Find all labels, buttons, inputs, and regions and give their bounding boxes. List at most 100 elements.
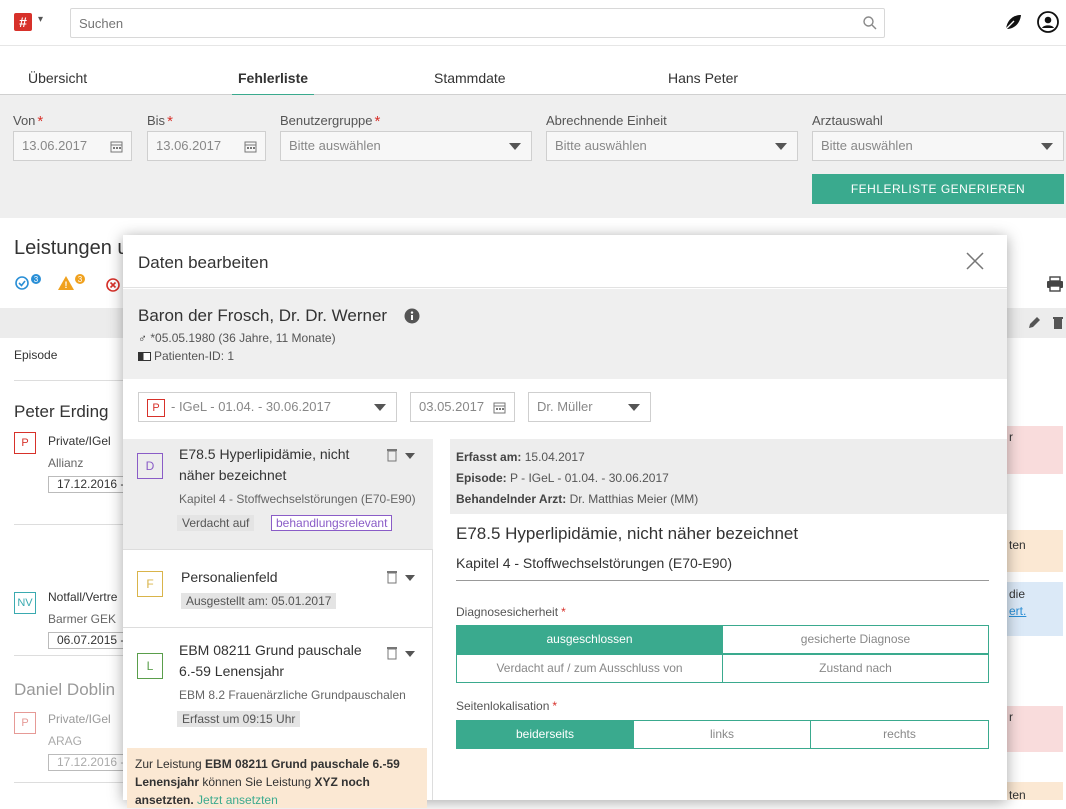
bis-date-field[interactable]: 13.06.2017 <box>147 131 266 161</box>
svg-text:!: ! <box>65 280 68 290</box>
id-card-icon <box>138 352 151 361</box>
caret-down-icon <box>628 404 640 411</box>
print-icon[interactable] <box>1046 276 1064 292</box>
modal-title: Daten bearbeiten <box>138 253 269 272</box>
error-notice: r <box>1005 426 1063 474</box>
leaf-icon[interactable] <box>1003 12 1023 32</box>
bis-label: Bis * <box>147 113 173 130</box>
trash-icon <box>387 571 397 584</box>
item-title: EBM 08211 Grund pauschale 6.-59 Lenensja… <box>179 642 362 679</box>
list-item[interactable]: L EBM 08211 Grund pauschale 6.-59 Lenens… <box>123 639 433 743</box>
app-logo[interactable]: # <box>14 13 32 31</box>
tab-uebersicht[interactable]: Übersicht <box>28 70 87 94</box>
episode-badge: P <box>14 712 36 734</box>
episode-type: Notfall/Vertre <box>48 590 118 604</box>
side-option-links[interactable]: links <box>633 720 811 749</box>
behandlungsrelevant-tag: behandlungsrelevant <box>271 515 393 531</box>
check-circle-icon: 3 <box>15 274 41 290</box>
diagnosesicherheit-label: Diagnosesicherheit * <box>456 605 566 619</box>
edit-data-modal: Daten bearbeiten Baron der Frosch, Dr. D… <box>123 235 1007 808</box>
episode-type: Private/IGel <box>48 434 111 448</box>
item-actions[interactable] <box>385 447 421 463</box>
error-icon <box>106 278 120 292</box>
verdacht-tag: Verdacht auf <box>177 515 255 531</box>
benutzergruppe-select[interactable]: Bitte auswählen <box>280 131 532 161</box>
arztauswahl-select[interactable]: Bitte auswählen <box>812 131 1064 161</box>
divider <box>14 524 124 525</box>
patient-header: Baron der Frosch, Dr. Dr. Werner ♂ *05.0… <box>123 289 1007 379</box>
calendar-icon[interactable] <box>493 401 506 414</box>
divider <box>14 782 124 783</box>
suggestion-notice: Zur Leistung EBM 08211 Grund pauschale 6… <box>127 748 427 808</box>
generate-fehlerliste-button[interactable]: FEHLERLISTE GENERIEREN <box>812 174 1064 204</box>
patient-name: Baron der Frosch, Dr. Dr. Werner <box>138 306 388 325</box>
detail-panel: Erfasst am: 15.04.2017 Episode: P - IGeL… <box>450 439 1007 800</box>
diag-option-zustand-nach[interactable]: Zustand nach <box>722 654 989 683</box>
diagnosis-badge: D <box>137 453 163 479</box>
von-date-field[interactable]: 13.06.2017 <box>13 131 132 161</box>
search-icon[interactable] <box>862 15 878 31</box>
caret-down-icon <box>405 651 415 657</box>
info-icon[interactable] <box>404 308 420 324</box>
main-tabs: Übersicht Fehlerliste Stammdate Hans Pet… <box>0 60 1066 96</box>
seitenlokalisation-label: Seitenlokalisation * <box>456 699 558 713</box>
diag-option-verdacht[interactable]: Verdacht auf / zum Ausschluss von <box>456 654 723 683</box>
doctor-select[interactable]: Dr. Müller <box>528 392 651 422</box>
patient-name[interactable]: Peter Erding <box>14 402 109 422</box>
patient-name[interactable]: Daniel Doblin <box>14 680 115 700</box>
tab-hans-peter[interactable]: Hans Peter <box>668 70 738 94</box>
detail-meta: Erfasst am: 15.04.2017 Episode: P - IGeL… <box>450 439 1007 514</box>
status-icons: 3 ! 3 <box>14 273 124 296</box>
search-input[interactable] <box>70 8 885 38</box>
form-badge: F <box>137 571 163 597</box>
edit-icon[interactable] <box>1027 316 1041 330</box>
item-actions[interactable] <box>385 569 421 585</box>
side-option-beiderseits[interactable]: beiderseits <box>456 720 634 749</box>
issued-date-tag: Ausgestellt am: 05.01.2017 <box>181 593 337 609</box>
svg-text:3: 3 <box>78 275 83 284</box>
list-item[interactable]: F Personalienfeld Ausgestellt am: 05.01.… <box>123 557 433 629</box>
item-title: E78.5 Hyperlipidämie, nicht näher bezeic… <box>179 446 350 483</box>
chevron-down-icon[interactable]: ▾ <box>38 14 43 25</box>
list-item[interactable]: D E78.5 Hyperlipidämie, nicht näher beze… <box>123 439 433 549</box>
divider <box>123 627 433 628</box>
calendar-icon[interactable] <box>110 140 123 153</box>
divider <box>14 380 124 381</box>
apply-now-link[interactable]: Jetzt ansetzten <box>197 793 278 807</box>
close-icon[interactable] <box>965 251 985 271</box>
calendar-icon[interactable] <box>244 140 257 153</box>
diag-option-ausgeschlossen[interactable]: ausgeschlossen <box>456 625 723 654</box>
episode-selectors: P- IGeL - 01.04. - 30.06.2017 03.05.2017… <box>123 379 1007 439</box>
tab-stammdaten[interactable]: Stammdate <box>434 70 506 94</box>
episode-date: 17.12.2016 - <box>48 476 134 493</box>
caret-down-icon <box>405 453 415 459</box>
diag-option-gesichert[interactable]: gesicherte Diagnose <box>722 625 989 654</box>
trash-icon[interactable] <box>1052 316 1064 330</box>
episode-select[interactable]: P- IGeL - 01.04. - 30.06.2017 <box>138 392 397 422</box>
caret-down-icon <box>509 143 521 150</box>
abrechnende-einheit-select[interactable]: Bitte auswählen <box>546 131 798 161</box>
von-label: Von * <box>13 113 44 130</box>
side-option-rechts[interactable]: rechts <box>810 720 989 749</box>
insurer: Barmer GEK <box>48 612 117 626</box>
patient-id: Patienten-ID: 1 <box>138 349 234 363</box>
episode-badge: P <box>147 398 165 417</box>
warning-icon: !3 <box>58 274 85 290</box>
warning-notice: ten <box>1005 530 1063 572</box>
info-notice-link[interactable]: ert. <box>1009 603 1059 620</box>
date-field[interactable]: 03.05.2017 <box>410 392 515 422</box>
detail-title: E78.5 Hyperlipidämie, nicht näher bezeic… <box>456 524 799 543</box>
episode-badge: P <box>14 432 36 454</box>
episode-column-header: Episode <box>14 348 58 362</box>
time-tag: Erfasst um 09:15 Uhr <box>177 711 301 727</box>
episode-badge: NV <box>14 592 36 614</box>
tab-fehlerliste[interactable]: Fehlerliste <box>232 70 315 96</box>
info-notice: die ert. <box>1005 582 1063 636</box>
top-bar: # ▾ <box>0 0 1066 46</box>
item-actions[interactable] <box>385 645 421 661</box>
episode-date: 17.12.2016 - <box>48 754 134 771</box>
insurer: ARAG <box>48 734 83 748</box>
svg-text:3: 3 <box>34 275 39 284</box>
user-account-icon[interactable] <box>1037 11 1059 33</box>
trash-icon <box>387 449 397 462</box>
